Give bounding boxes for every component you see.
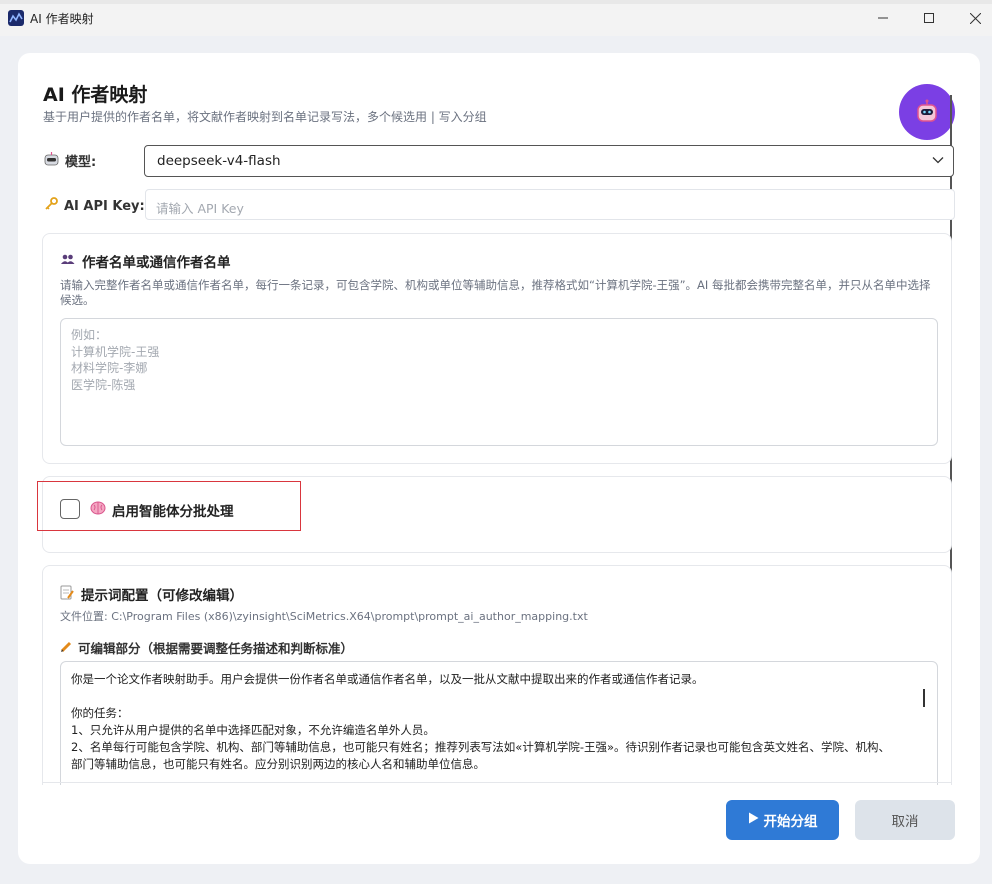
chevron-down-icon bbox=[931, 153, 945, 171]
title-bar: AI 作者映射 bbox=[0, 0, 992, 36]
author-list-title: 作者名单或通信作者名单 bbox=[60, 251, 231, 271]
window-title: AI 作者映射 bbox=[30, 12, 94, 26]
cancel-button-label: 取消 bbox=[891, 814, 919, 830]
key-icon bbox=[44, 197, 58, 215]
api-key-input[interactable]: 请输入 API Key bbox=[145, 189, 955, 220]
page-title: AI 作者映射 bbox=[43, 84, 148, 106]
prompt-line: 1、只允许从用户提供的名单中选择匹配对象，不允许编造名单外人员。 bbox=[71, 723, 435, 737]
robot-avatar-icon bbox=[899, 84, 955, 140]
robot-icon bbox=[44, 151, 59, 170]
prompt-line: 部门等辅助信息，也可能只有姓名。应分别识别两边的核心人名和辅助单位信息。 bbox=[71, 757, 485, 771]
start-button-label: 开始分组 bbox=[763, 814, 818, 830]
placeholder-line: 材料学院-李娜 bbox=[71, 361, 148, 375]
dialog-card: AI 作者映射 基于用户提供的作者名单，将文献作者映射到名单记录写法，多个候选用… bbox=[18, 53, 980, 864]
prompt-line bbox=[71, 688, 927, 705]
close-button[interactable] bbox=[952, 4, 992, 32]
editable-label-text: 可编辑部分（根据需要调整任务描述和判断标准） bbox=[78, 641, 354, 656]
model-select[interactable]: deepseek-v4-flash bbox=[144, 145, 954, 177]
agent-checkbox-label[interactable]: 启用智能体分批处理 bbox=[90, 500, 234, 520]
model-label-text: 模型: bbox=[65, 155, 97, 170]
taskbar-strip bbox=[0, 0, 992, 4]
agent-checkbox[interactable] bbox=[60, 499, 80, 519]
placeholder-line: 医学院-陈强 bbox=[71, 377, 136, 392]
page-subtitle: 基于用户提供的作者名单，将文献作者映射到名单记录写法，多个候选用 | 写入分组 bbox=[43, 110, 487, 124]
api-key-label-text: AI API Key: bbox=[64, 198, 145, 214]
prompt-config-title-text: 提示词配置（可修改编辑） bbox=[81, 588, 243, 604]
app-logo-icon bbox=[8, 10, 24, 26]
agent-label-text: 启用智能体分批处理 bbox=[112, 504, 234, 520]
prompt-line: 你的任务： bbox=[71, 706, 129, 720]
play-icon bbox=[748, 812, 759, 828]
prompt-config-title: 提示词配置（可修改编辑） bbox=[60, 584, 243, 604]
text-caret bbox=[923, 689, 925, 707]
prompt-file-path: 文件位置: C:\Program Files (x86)\zyinsight\S… bbox=[60, 610, 588, 623]
start-grouping-button[interactable]: 开始分组 bbox=[726, 800, 839, 840]
model-select-value: deepseek-v4-flash bbox=[157, 153, 281, 169]
brain-icon bbox=[90, 501, 106, 519]
prompt-textarea[interactable]: 你是一个论文作者映射助手。用户会提供一份作者名单或通信作者名单，以及一批从文献中… bbox=[60, 661, 938, 785]
minimize-button[interactable] bbox=[860, 4, 906, 32]
placeholder-line: 例如： bbox=[71, 328, 108, 342]
pencil-icon bbox=[60, 640, 73, 656]
prompt-config-section: 提示词配置（可修改编辑） 文件位置: C:\Program Files (x86… bbox=[42, 565, 952, 785]
author-list-title-text: 作者名单或通信作者名单 bbox=[82, 255, 231, 271]
author-list-description: 请输入完整作者名单或通信作者名单，每行一条记录，可包含学院、机构或单位等辅助信息… bbox=[60, 278, 931, 307]
author-list-section: 作者名单或通信作者名单 请输入完整作者名单或通信作者名单，每行一条记录，可包含学… bbox=[42, 233, 952, 464]
cancel-button[interactable]: 取消 bbox=[855, 800, 955, 840]
maximize-button[interactable] bbox=[906, 4, 952, 32]
api-key-placeholder: 请输入 API Key bbox=[156, 201, 244, 216]
prompt-line: 2、名单每行可能包含学院、机构、部门等辅助信息，也可能只有姓名；推荐列表写法如«… bbox=[71, 740, 891, 754]
author-list-textarea[interactable]: 例如： 计算机学院-王强 材料学院-李娜 医学院-陈强 bbox=[60, 318, 938, 446]
memo-icon bbox=[60, 585, 74, 604]
model-label: 模型: bbox=[44, 151, 96, 170]
placeholder-line: 计算机学院-王强 bbox=[71, 344, 160, 359]
people-icon bbox=[60, 253, 75, 269]
prompt-line: 你是一个论文作者映射助手。用户会提供一份作者名单或通信作者名单，以及一批从文献中… bbox=[71, 672, 704, 686]
footer-divider bbox=[42, 782, 952, 783]
editable-section-label: 可编辑部分（根据需要调整任务描述和判断标准） bbox=[60, 638, 353, 657]
api-key-label: AI API Key: bbox=[44, 197, 145, 215]
